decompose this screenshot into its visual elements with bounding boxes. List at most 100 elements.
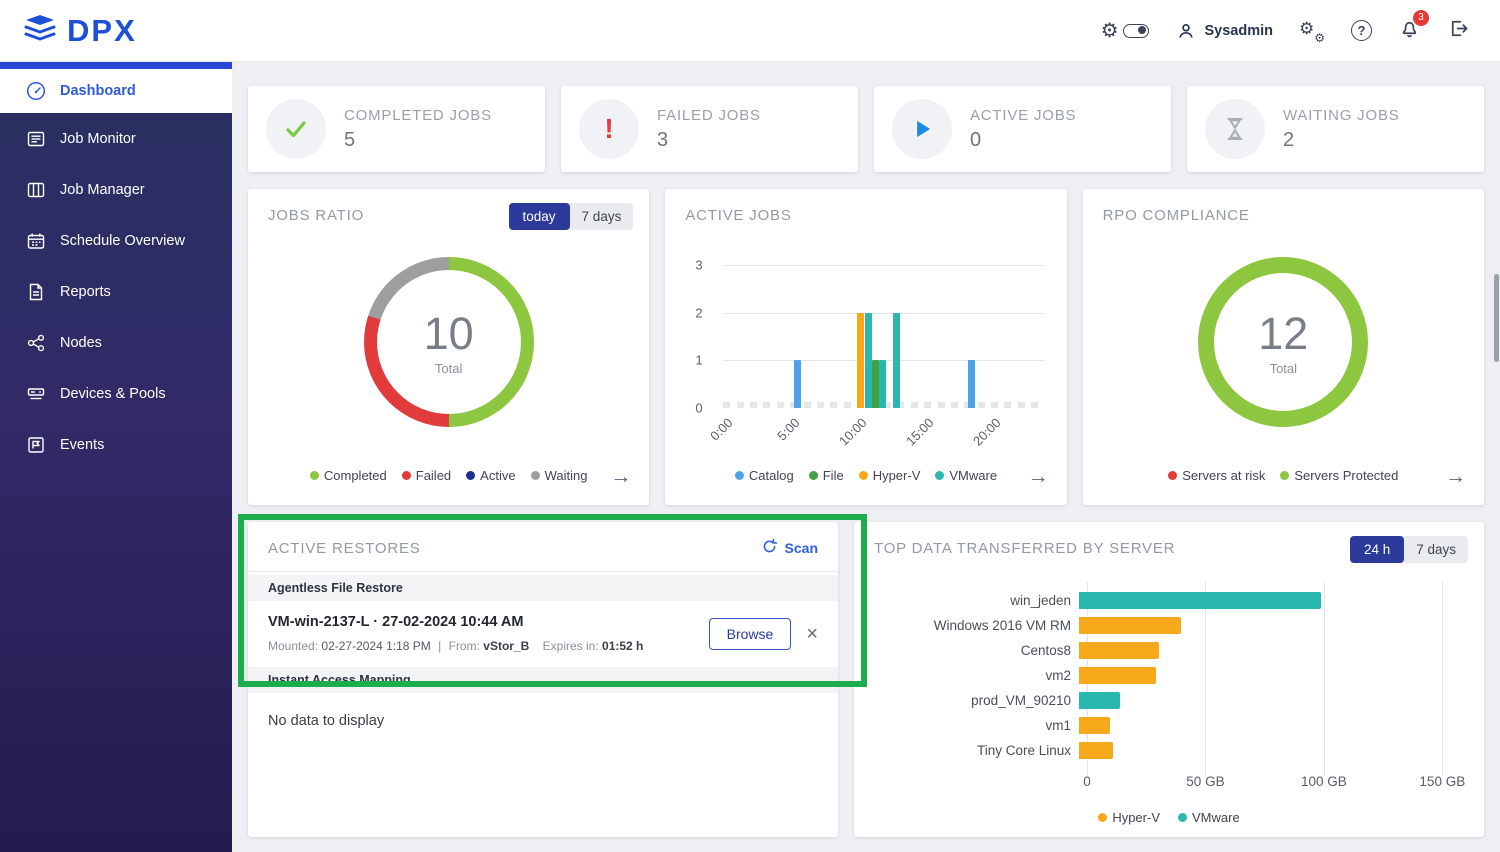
legend-dot	[1168, 471, 1178, 480]
active-restores-card: ACTIVE RESTORES Scan Agentless File Rest…	[248, 522, 838, 837]
check-circle-icon	[266, 99, 326, 159]
legend-label: VMware	[1192, 810, 1240, 825]
legend-item-servers-protected[interactable]: Servers Protected	[1280, 468, 1398, 483]
legend-label: Active	[480, 468, 516, 483]
legend-item-active[interactable]: Active	[466, 468, 516, 483]
x-axis-label: 0:00	[707, 415, 736, 444]
legend-item-hyperv[interactable]: Hyper-V	[1098, 810, 1160, 825]
y-axis-label: 0	[695, 400, 703, 416]
sidebar-item-job-monitor[interactable]: Job Monitor	[0, 113, 232, 164]
dashboard-icon	[26, 81, 46, 101]
dpx-logo[interactable]: DPX	[0, 12, 137, 49]
sidebar-item-dashboard[interactable]: Dashboard	[0, 69, 232, 113]
sidebar-item-nodes[interactable]: Nodes	[0, 317, 232, 368]
toggle-24h[interactable]: 24 h	[1349, 536, 1405, 563]
stat-value: 0	[970, 128, 982, 151]
sidebar-item-label: Reports	[60, 283, 111, 300]
arrow-right-icon[interactable]: →	[610, 466, 631, 487]
close-icon[interactable]: ×	[806, 624, 818, 644]
axis-stub	[977, 402, 985, 408]
stat-label: WAITING JOBS	[1283, 106, 1400, 124]
jobs-ratio-card: JOBS RATIO today 7 days 10 Total Complet…	[248, 189, 650, 505]
toggle-today[interactable]: today	[508, 203, 570, 230]
services-button[interactable]: ⚙ ⚙	[1299, 19, 1325, 45]
help-button[interactable]: ?	[1351, 20, 1372, 41]
legend-dot	[808, 471, 818, 480]
stat-value: 2	[1283, 128, 1295, 151]
axis-stub	[817, 402, 825, 408]
legend-item-file[interactable]: File	[808, 468, 844, 483]
user-name: Sysadmin	[1204, 22, 1274, 39]
bottom-row: ACTIVE RESTORES Scan Agentless File Rest…	[248, 522, 1484, 837]
legend-label: VMware	[949, 468, 998, 483]
bar-track	[1079, 592, 1466, 609]
server-row: vm2	[874, 663, 1466, 688]
user-icon	[1175, 20, 1197, 42]
axis-stub	[1031, 402, 1039, 408]
donut-total-value: 12	[1258, 308, 1309, 359]
axis-stub	[910, 402, 918, 408]
server-label: vm2	[1045, 668, 1071, 683]
section-instant-access-mapping: Instant Access Mapping	[248, 667, 838, 693]
card-title: ACTIVE RESTORES	[268, 539, 421, 557]
gear-icon: ⚙	[1314, 30, 1325, 45]
sidebar-item-label: Job Manager	[60, 181, 145, 198]
sidebar-item-reports[interactable]: Reports	[0, 266, 232, 317]
stat-label: ACTIVE JOBS	[970, 106, 1077, 124]
top-bar: DPX ⚙ Sysadmin ⚙ ⚙ ? 3	[0, 0, 1500, 62]
failed-jobs-card: ! FAILED JOBS 3	[561, 86, 858, 172]
legend-dot	[401, 471, 411, 480]
toggle-7days[interactable]: 7 days	[1404, 536, 1468, 563]
arrow-right-icon[interactable]: →	[1028, 466, 1049, 487]
data-bar	[1079, 717, 1111, 734]
bar-track	[1079, 717, 1466, 734]
jobs-ratio-legend: Completed Failed Active Waiting	[268, 468, 629, 483]
stat-label: FAILED JOBS	[657, 106, 761, 124]
toggle-track	[1122, 23, 1149, 38]
server-label: Centos8	[1020, 643, 1071, 658]
scan-button[interactable]: Scan	[761, 538, 818, 558]
notifications-button[interactable]: 3	[1398, 9, 1429, 45]
scrollbar-thumb[interactable]	[1494, 274, 1499, 362]
sidebar-item-job-manager[interactable]: Job Manager	[0, 164, 232, 215]
top-data-chart: win_jeden Windows 2016 VM RM Centos8 vm2 pro…	[874, 582, 1466, 798]
devices-icon	[26, 384, 46, 404]
legend-item-hyperv[interactable]: Hyper-V	[858, 468, 920, 483]
x-axis-label: 10:00	[836, 415, 870, 449]
settings-toggle[interactable]: ⚙	[1101, 21, 1149, 41]
legend-item-failed[interactable]: Failed	[401, 468, 452, 483]
sidebar-item-schedule-overview[interactable]: Schedule Overview	[0, 215, 232, 266]
bar-track	[1079, 692, 1466, 709]
help-icon: ?	[1351, 20, 1372, 41]
arrow-right-icon[interactable]: →	[1445, 466, 1466, 487]
donut-hole: 12 Total	[1214, 273, 1353, 411]
schedule-icon	[26, 231, 46, 251]
user-menu[interactable]: Sysadmin	[1175, 20, 1274, 42]
legend-dot	[1098, 813, 1108, 822]
play-icon	[892, 99, 952, 159]
x-axis-label: 5:00	[774, 415, 803, 444]
toggle-7days[interactable]: 7 days	[570, 203, 634, 230]
empty-state-text: No data to display	[268, 713, 385, 729]
sidebar-item-devices-pools[interactable]: Devices & Pools	[0, 368, 232, 419]
legend-item-completed[interactable]: Completed	[309, 468, 387, 483]
nodes-icon	[26, 333, 46, 353]
axis-stub	[843, 402, 851, 408]
axis-stub	[830, 402, 838, 408]
notification-badge: 3	[1413, 9, 1429, 26]
browse-button[interactable]: Browse	[708, 617, 792, 650]
legend-item-servers-at-risk[interactable]: Servers at risk	[1168, 468, 1265, 483]
sidebar-accent-strip	[0, 62, 232, 69]
chart-bar	[968, 360, 976, 408]
legend-item-vmware[interactable]: VMware	[1178, 810, 1240, 825]
axis-stub	[736, 402, 744, 408]
section-agentless-file-restore: Agentless File Restore	[248, 575, 838, 601]
legend-label: Failed	[415, 468, 452, 483]
legend-item-waiting[interactable]: Waiting	[530, 468, 587, 483]
legend-item-vmware[interactable]: VMware	[935, 468, 997, 483]
logout-button[interactable]	[1447, 17, 1470, 45]
sidebar-item-events[interactable]: Events	[0, 419, 232, 470]
data-bar	[1079, 642, 1159, 659]
legend-item-catalog[interactable]: Catalog	[734, 468, 794, 483]
data-bar	[1079, 667, 1157, 684]
